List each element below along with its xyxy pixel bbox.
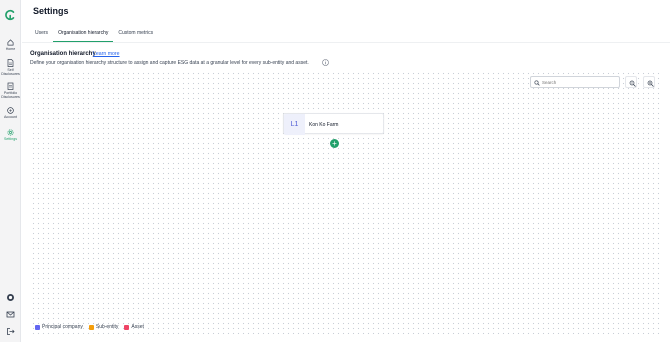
legend-item-principal-company: Principal company bbox=[35, 324, 83, 330]
legend-item-asset: Asset bbox=[124, 324, 144, 330]
tab-custom-metrics[interactable]: Custom metrics bbox=[113, 29, 158, 42]
tab-divider bbox=[22, 42, 670, 43]
app-logo-icon[interactable] bbox=[4, 9, 16, 21]
sidebar-item-label: Settings bbox=[4, 137, 17, 141]
legend: Principal company Sub-entity Asset bbox=[35, 324, 150, 330]
zoom-out-icon bbox=[629, 80, 636, 87]
page-title: Settings bbox=[33, 6, 69, 16]
legend-label: Sub-entity bbox=[95, 324, 119, 330]
sidebar-item-settings[interactable]: Settings bbox=[0, 129, 21, 141]
legend-label: Asset bbox=[131, 324, 144, 330]
sidebar-item-label: Home bbox=[5, 47, 16, 51]
document-icon bbox=[7, 59, 14, 67]
info-icon[interactable] bbox=[322, 59, 329, 66]
sidebar-item-label: Portfolio Disclosures bbox=[1, 91, 20, 99]
sidebar: Home Self Disclosures Portfolio Disclosu… bbox=[0, 0, 21, 342]
section-title: Organisation hierarchy bbox=[30, 51, 96, 57]
sidebar-item-label: Self Disclosures bbox=[1, 68, 20, 76]
learn-more-link[interactable]: Learn more bbox=[93, 51, 120, 57]
node-name: Kon Ko Farm bbox=[309, 122, 339, 128]
search-icon bbox=[534, 80, 540, 86]
legend-item-sub-entity: Sub-entity bbox=[88, 324, 119, 330]
node-level-badge: L1 bbox=[284, 114, 305, 135]
sidebar-item-home[interactable]: Home bbox=[0, 39, 21, 51]
clipboard-icon bbox=[7, 82, 14, 90]
help-icon[interactable] bbox=[5, 292, 16, 303]
search-input[interactable] bbox=[542, 78, 618, 87]
zoom-in-icon bbox=[647, 80, 654, 87]
logout-icon[interactable] bbox=[5, 326, 16, 337]
sidebar-item-label: Account bbox=[4, 115, 17, 119]
sidebar-item-self-disclosures[interactable]: Self Disclosures bbox=[0, 59, 21, 76]
tab-bar: Users Organisation hierarchy Custom metr… bbox=[30, 29, 158, 42]
add-child-button[interactable]: + bbox=[330, 139, 339, 148]
zoom-out-button[interactable] bbox=[625, 76, 637, 88]
hierarchy-canvas[interactable] bbox=[30, 70, 660, 334]
home-icon bbox=[7, 39, 14, 46]
legend-swatch bbox=[35, 324, 40, 330]
search-box bbox=[530, 76, 620, 88]
tab-users[interactable]: Users bbox=[30, 29, 53, 42]
section-description: Define your organisation hierarchy struc… bbox=[30, 60, 309, 66]
legend-label: Principal company bbox=[42, 324, 83, 330]
zoom-in-button[interactable] bbox=[643, 76, 655, 88]
mail-icon[interactable] bbox=[5, 309, 16, 320]
legend-swatch bbox=[124, 324, 130, 330]
legend-swatch bbox=[88, 324, 94, 330]
sidebar-item-account[interactable]: Account bbox=[0, 107, 21, 119]
gear-icon bbox=[7, 129, 14, 136]
hierarchy-node[interactable]: L1 Kon Ko Farm bbox=[283, 113, 384, 135]
sidebar-item-portfolio-disclosures[interactable]: Portfolio Disclosures bbox=[0, 82, 21, 99]
account-icon bbox=[7, 107, 14, 114]
tab-organisation-hierarchy[interactable]: Organisation hierarchy bbox=[53, 29, 114, 42]
